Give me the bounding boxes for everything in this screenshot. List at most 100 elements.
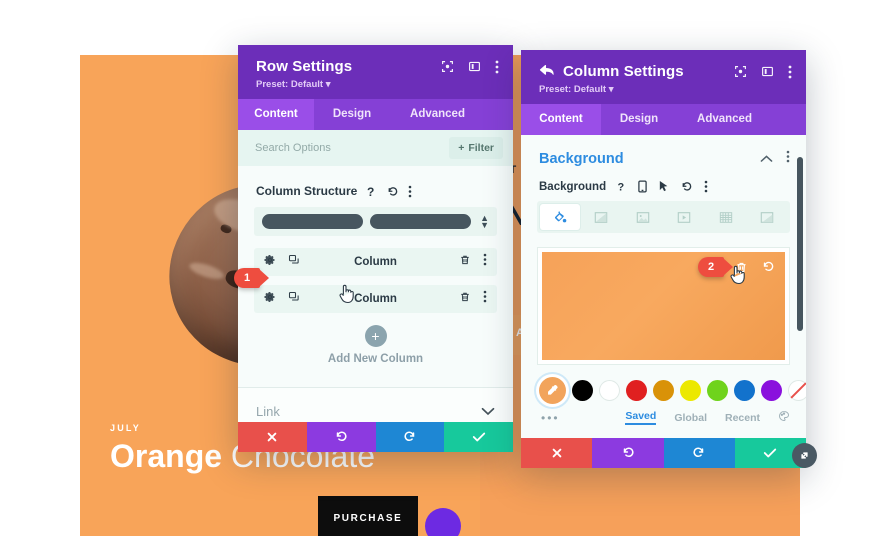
column-structure-header: Column Structure ? — [238, 166, 513, 207]
column-settings-header: Column Settings Preset: Default ▾ — [521, 50, 806, 104]
trash-icon[interactable] — [459, 253, 471, 271]
background-reset-icon[interactable] — [761, 260, 775, 279]
help-icon[interactable]: ? — [366, 185, 377, 198]
more-vertical-icon[interactable] — [786, 150, 790, 168]
background-gradient-tab[interactable] — [582, 204, 622, 230]
focus-icon[interactable] — [441, 60, 454, 73]
more-vertical-icon[interactable] — [483, 290, 487, 308]
column-settings-footer[interactable] — [521, 438, 806, 468]
duplicate-icon[interactable] — [288, 253, 300, 271]
background-type-tabs[interactable] — [537, 201, 790, 233]
filter-button[interactable]: + Filter — [449, 137, 503, 159]
color-palette[interactable] — [521, 365, 806, 404]
callout-badge-2: 2 — [698, 257, 733, 277]
svg-text:?: ? — [367, 185, 374, 198]
tab-content[interactable]: Content — [521, 104, 601, 135]
reset-icon[interactable] — [680, 180, 693, 193]
color-swatch-black[interactable] — [572, 380, 593, 401]
background-image-tab[interactable] — [623, 204, 663, 230]
color-swatch-blue[interactable] — [734, 380, 755, 401]
link-accordion[interactable]: Link — [238, 387, 513, 422]
more-vertical-icon[interactable] — [483, 253, 487, 271]
hero-title-bold: Orange — [110, 438, 223, 475]
hover-icon[interactable] — [658, 180, 669, 193]
row-settings-title: Row Settings — [256, 58, 353, 75]
column-structure-selector[interactable]: ▲ ▼ — [254, 207, 497, 236]
undo-button[interactable] — [306, 422, 376, 452]
table-row[interactable]: Column — [254, 285, 497, 313]
background-section-header[interactable]: Background — [521, 135, 806, 174]
structure-stepper-icon[interactable]: ▲ ▼ — [478, 213, 489, 229]
resize-handle[interactable] — [792, 443, 817, 468]
purchase-button[interactable]: PURCHASE — [318, 496, 418, 536]
more-vertical-icon[interactable] — [704, 180, 708, 193]
mobile-icon[interactable] — [638, 180, 647, 193]
color-swatch-yellow[interactable] — [680, 380, 701, 401]
color-swatch-green[interactable] — [707, 380, 728, 401]
layout-icon[interactable] — [761, 65, 774, 78]
row-settings-modal[interactable]: Row Settings Preset: Default ▾ Content D… — [238, 45, 513, 452]
cancel-button[interactable] — [238, 422, 307, 452]
tab-design[interactable]: Design — [314, 99, 390, 130]
color-swatch-transparent[interactable] — [788, 380, 806, 401]
duplicate-icon[interactable] — [288, 290, 300, 308]
background-mask-tab[interactable] — [748, 204, 788, 230]
gear-icon[interactable] — [264, 290, 276, 308]
more-vertical-icon[interactable] — [408, 185, 412, 198]
column-settings-body: Background Background ? ••• Saved Global… — [521, 135, 806, 438]
background-section-title: Background — [539, 151, 624, 167]
background-video-tab[interactable] — [665, 204, 705, 230]
save-button[interactable] — [444, 422, 513, 452]
help-icon[interactable]: ? — [617, 180, 627, 193]
vertical-scrollbar[interactable] — [797, 157, 803, 331]
background-field-label: Background — [539, 180, 607, 193]
redo-button[interactable] — [375, 422, 445, 452]
column-settings-modal[interactable]: Column Settings Preset: Default ▾ Conten… — [521, 50, 806, 468]
column-settings-preset[interactable]: Preset: Default ▾ — [539, 84, 792, 95]
column-settings-title: Column Settings — [563, 63, 684, 80]
background-field-header: Background ? — [521, 174, 806, 201]
more-vertical-icon[interactable] — [788, 65, 792, 79]
color-picker-eyedropper[interactable] — [539, 377, 566, 404]
background-color-fill[interactable] — [542, 252, 785, 360]
background-pattern-tab[interactable] — [706, 204, 746, 230]
layout-icon[interactable] — [468, 60, 481, 73]
row-settings-footer[interactable] — [238, 422, 513, 452]
background-color-tab[interactable] — [540, 204, 580, 230]
structure-bar-left[interactable] — [262, 214, 364, 229]
palette-tab-global[interactable]: Global — [674, 412, 707, 424]
column-settings-tabs[interactable]: Content Design Advanced — [521, 104, 806, 135]
tab-advanced[interactable]: Advanced — [677, 104, 772, 135]
background-color-preview[interactable] — [537, 247, 790, 365]
tab-advanced[interactable]: Advanced — [390, 99, 485, 130]
row-settings-tabs[interactable]: Content Design Advanced — [238, 99, 513, 130]
redo-button[interactable] — [663, 438, 735, 468]
more-vertical-icon[interactable] — [495, 60, 499, 74]
chevron-up-icon[interactable] — [760, 150, 773, 168]
palette-more-icon[interactable]: ••• — [541, 411, 560, 425]
callout-badge-1: 1 — [234, 268, 269, 288]
color-swatch-orange[interactable] — [653, 380, 674, 401]
palette-settings-icon[interactable] — [778, 410, 790, 425]
palette-tab-saved[interactable]: Saved — [625, 410, 657, 425]
add-new-column-button[interactable]: + Add New Column — [238, 313, 513, 365]
color-swatch-red[interactable] — [626, 380, 647, 401]
search-input[interactable] — [255, 142, 442, 154]
chevron-down-icon[interactable] — [481, 405, 495, 419]
palette-tab-recent[interactable]: Recent — [725, 412, 760, 424]
tab-content[interactable]: Content — [238, 99, 314, 130]
back-arrow-icon[interactable] — [539, 64, 554, 80]
reset-icon[interactable] — [386, 185, 399, 198]
color-swatch-white[interactable] — [599, 380, 620, 401]
structure-bar-right[interactable] — [370, 214, 472, 229]
palette-footer[interactable]: ••• Saved Global Recent — [521, 404, 806, 425]
focus-icon[interactable] — [734, 65, 747, 78]
row-search-bar[interactable]: + Filter — [238, 130, 513, 166]
cancel-button[interactable] — [521, 438, 593, 468]
undo-button[interactable] — [592, 438, 664, 468]
tab-design[interactable]: Design — [601, 104, 677, 135]
color-swatch-purple[interactable] — [761, 380, 782, 401]
table-row[interactable]: Column — [254, 248, 497, 276]
trash-icon[interactable] — [459, 290, 471, 308]
row-settings-preset[interactable]: Preset: Default ▾ — [256, 79, 499, 90]
